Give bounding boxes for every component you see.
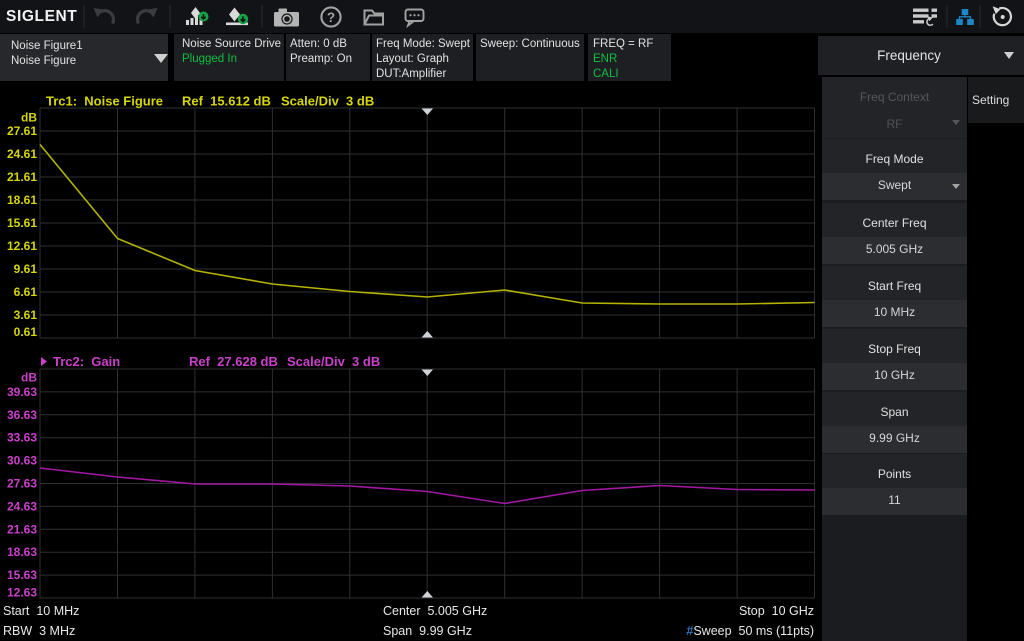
svg-text:24.63: 24.63: [7, 499, 37, 513]
svg-text:12.63: 12.63: [7, 586, 37, 600]
svg-text:39.63: 39.63: [7, 385, 37, 399]
svg-text:0.61: 0.61: [14, 325, 38, 339]
svg-text:Ref 15.612 dB: Ref 15.612 dB: [182, 94, 271, 109]
svg-text:?: ?: [327, 10, 335, 25]
svg-text:dB: dB: [21, 371, 37, 385]
svg-text:Span 9.99 GHz: Span 9.99 GHz: [383, 624, 472, 638]
svg-text:21.63: 21.63: [7, 522, 37, 536]
svg-text:18.63: 18.63: [7, 545, 37, 559]
svg-text:3.61: 3.61: [14, 308, 38, 322]
svg-text:36.63: 36.63: [7, 408, 37, 422]
svg-text:RBW 3 MHz: RBW 3 MHz: [3, 624, 75, 638]
svg-text:15.61: 15.61: [7, 216, 37, 230]
svg-text:Scale/Div 3 dB: Scale/Div 3 dB: [287, 354, 380, 369]
svg-text:Center 5.005 GHz: Center 5.005 GHz: [383, 604, 487, 618]
svg-text:21.61: 21.61: [7, 170, 37, 184]
svg-text:30.63: 30.63: [7, 454, 37, 468]
svg-text:Ref 27.628 dB: Ref 27.628 dB: [189, 354, 278, 369]
svg-text:18.61: 18.61: [7, 193, 37, 207]
svg-text:9.61: 9.61: [14, 262, 38, 276]
svg-text:Trc1: Noise Figure: Trc1: Noise Figure: [46, 94, 163, 109]
svg-text:6.61: 6.61: [14, 285, 38, 299]
svg-text:24.61: 24.61: [7, 147, 37, 161]
svg-text:15.63: 15.63: [7, 568, 37, 582]
svg-text:Trc2: Gain: Trc2: Gain: [53, 354, 120, 369]
svg-text:dB: dB: [21, 111, 37, 125]
svg-text:Scale/Div 3 dB: Scale/Div 3 dB: [281, 94, 374, 109]
svg-text:#Sweep 50 ms (11pts): #Sweep 50 ms (11pts): [686, 624, 814, 638]
svg-text:27.63: 27.63: [7, 477, 37, 491]
svg-text:33.63: 33.63: [7, 431, 37, 445]
svg-text:Stop 10 GHz: Stop 10 GHz: [739, 604, 814, 618]
svg-text:Start 10 MHz: Start 10 MHz: [3, 604, 79, 618]
svg-text:12.61: 12.61: [7, 239, 37, 253]
svg-text:27.61: 27.61: [7, 124, 37, 138]
